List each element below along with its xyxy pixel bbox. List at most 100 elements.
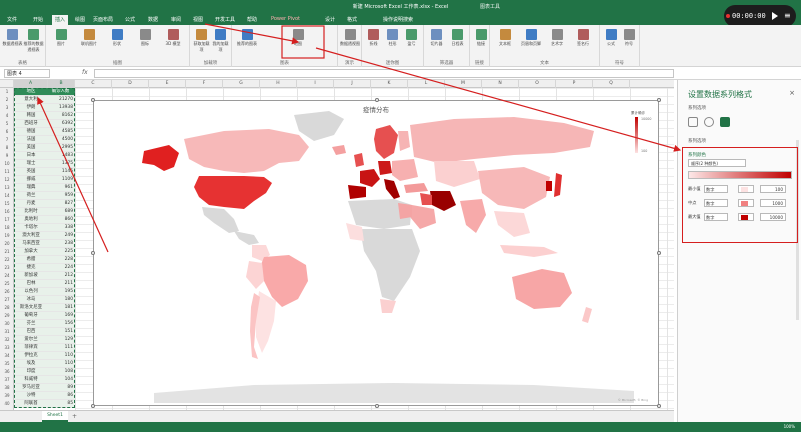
formula-input[interactable] — [94, 69, 674, 78]
tab-14[interactable]: 操作说明搜索 — [380, 15, 416, 25]
ribbon-button[interactable]: 签名行 — [570, 29, 596, 47]
ribbon-button[interactable]: 3D 模型 — [160, 29, 186, 47]
table-cell[interactable]: 伊拉克 — [14, 352, 48, 360]
world-map[interactable] — [94, 101, 660, 407]
tab-12[interactable]: 设计 — [322, 15, 338, 25]
row-header[interactable]: 2 — [0, 96, 14, 104]
row-header[interactable]: 31 — [0, 328, 14, 336]
column-header[interactable]: G — [223, 80, 260, 88]
column-header[interactable]: M — [445, 80, 482, 88]
table-cell[interactable]: 224 — [48, 264, 75, 272]
table-cell[interactable]: 希腊 — [14, 256, 48, 264]
row-header[interactable]: 22 — [0, 256, 14, 264]
worksheet-grid[interactable]: ABCDEFGHIJKLMNOPQ 1 2 3 4 5 6 7 8 9 10 11 12 13 14 15 1… — [0, 80, 674, 410]
tab-8[interactable]: 视图 — [190, 15, 206, 25]
add-sheet-button[interactable]: + — [72, 413, 77, 420]
table-cell[interactable]: 挪威 — [14, 176, 48, 184]
ribbon-button[interactable]: 获取加载项 — [192, 29, 211, 53]
ribbon-button[interactable]: 推荐的数据透视表 — [23, 29, 44, 53]
ribbon-button[interactable]: 日程表 — [447, 29, 468, 47]
table-cell[interactable]: 211 — [48, 280, 75, 288]
tab-0[interactable]: 文件 — [4, 15, 20, 25]
row-header[interactable]: 21 — [0, 248, 14, 256]
ribbon-button[interactable]: 艺术字 — [544, 29, 570, 47]
column-header[interactable]: B — [48, 80, 75, 88]
table-cell[interactable]: 89 — [48, 384, 75, 392]
row-header[interactable]: 3 — [0, 104, 14, 112]
table-cell[interactable]: 伊朗 — [14, 104, 48, 112]
ribbon-button[interactable]: 数据透视图 — [340, 29, 360, 47]
table-cell[interactable]: 228 — [48, 256, 75, 264]
table-cell[interactable]: 丹麦 — [14, 200, 48, 208]
table-cell[interactable]: 科威特 — [14, 376, 48, 384]
table-cell[interactable]: 奥地利 — [14, 216, 48, 224]
row-header[interactable]: 32 — [0, 336, 14, 344]
ribbon-button[interactable]: 我的加载项 — [211, 29, 230, 53]
table-cell[interactable]: 180 — [48, 296, 75, 304]
table-cell[interactable]: 21270 — [48, 96, 75, 104]
resize-handle[interactable] — [657, 404, 661, 408]
tab-5[interactable]: 公式 — [122, 15, 138, 25]
table-cell[interactable]: 英国 — [14, 168, 48, 176]
table-cell[interactable]: 美国 — [14, 144, 48, 152]
table-cell[interactable]: 85 — [48, 400, 75, 408]
table-cell[interactable]: 澳大利亚 — [14, 232, 48, 240]
row-header[interactable]: 37 — [0, 376, 14, 384]
table-cell[interactable]: 瑞士 — [14, 160, 48, 168]
column-header[interactable]: P — [556, 80, 593, 88]
table-cell[interactable]: 加拿大 — [14, 248, 48, 256]
table-cell[interactable]: 4585 — [48, 128, 75, 136]
row-header[interactable]: 33 — [0, 344, 14, 352]
ribbon-button[interactable]: 图片 — [48, 29, 74, 47]
ribbon-button[interactable]: 折线 — [364, 29, 383, 47]
ribbon-button[interactable]: 数据透视表 — [2, 29, 23, 47]
column-header[interactable]: E — [149, 80, 186, 88]
tab-3[interactable]: 绘图 — [72, 15, 88, 25]
tab-9[interactable]: 开发工具 — [212, 15, 238, 25]
row-header[interactable]: 24 — [0, 272, 14, 280]
row-header[interactable]: 6 — [0, 128, 14, 136]
resize-handle[interactable] — [91, 404, 95, 408]
table-cell[interactable]: 86 — [48, 392, 75, 400]
row-header[interactable]: 9 — [0, 152, 14, 160]
ribbon-button[interactable]: 链接 — [472, 29, 490, 47]
table-cell[interactable]: 埃及 — [14, 360, 48, 368]
column-header[interactable]: I — [297, 80, 334, 88]
row-header[interactable]: 36 — [0, 368, 14, 376]
ribbon-button[interactable]: 盈亏 — [402, 29, 421, 47]
ribbon-button[interactable]: 联机图片 — [76, 29, 102, 47]
row-header[interactable]: 14 — [0, 192, 14, 200]
row-header[interactable]: 39 — [0, 392, 14, 400]
table-cell[interactable]: 104 — [48, 376, 75, 384]
series-options-icon[interactable] — [720, 117, 730, 127]
resize-handle[interactable] — [91, 98, 95, 102]
table-cell[interactable]: 212 — [48, 272, 75, 280]
chart-legend[interactable]: 累计确诊 10000 100 — [631, 111, 653, 171]
table-cell[interactable]: 印度 — [14, 368, 48, 376]
row-header[interactable]: 8 — [0, 144, 14, 152]
section-series-options[interactable]: 系列选项 — [688, 138, 706, 144]
table-cell[interactable]: 爱尔兰 — [14, 336, 48, 344]
table-cell[interactable]: 葡萄牙 — [14, 312, 48, 320]
header-cell[interactable]: 地区 — [14, 88, 48, 96]
table-cell[interactable]: 新加坡 — [14, 272, 48, 280]
table-cell[interactable]: 108 — [48, 368, 75, 376]
play-icon[interactable] — [772, 12, 778, 20]
resize-handle[interactable] — [375, 404, 379, 408]
resize-handle[interactable] — [657, 251, 661, 255]
table-cell[interactable]: 1109 — [48, 176, 75, 184]
row-header[interactable]: 1 — [0, 88, 14, 96]
table-cell[interactable]: 阿联酋 — [14, 400, 48, 408]
tab-2[interactable]: 插入 — [52, 15, 69, 25]
table-cell[interactable]: 意大利 — [14, 96, 48, 104]
column-header[interactable]: F — [186, 80, 223, 88]
table-cell[interactable]: 西班牙 — [14, 120, 48, 128]
table-cell[interactable]: 1145 — [48, 168, 75, 176]
column-header[interactable]: K — [371, 80, 408, 88]
table-cell[interactable]: 110 — [48, 352, 75, 360]
ribbon-button[interactable]: 符号 — [620, 29, 638, 47]
tab-6[interactable]: 数据 — [145, 15, 161, 25]
row-header[interactable]: 27 — [0, 296, 14, 304]
row-header[interactable]: 17 — [0, 216, 14, 224]
ribbon-button[interactable]: 公式 — [602, 29, 620, 47]
